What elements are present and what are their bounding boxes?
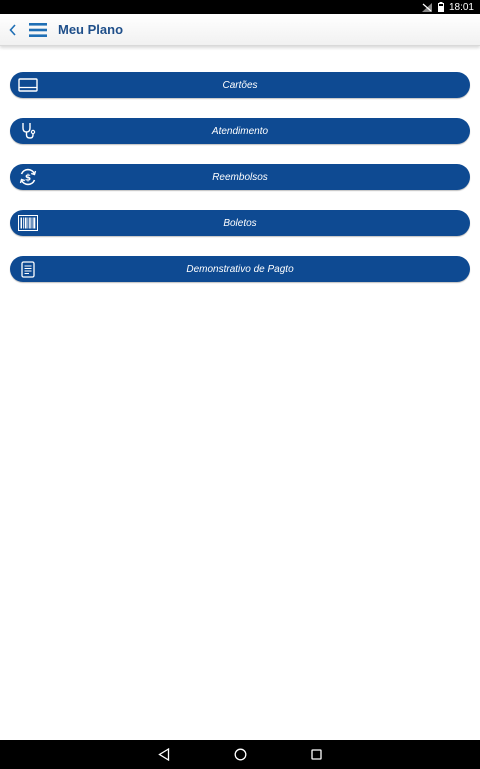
svg-text:$: $ bbox=[25, 174, 31, 184]
back-button[interactable] bbox=[2, 14, 24, 46]
app-bar: Meu Plano bbox=[0, 14, 480, 46]
battery-icon bbox=[437, 2, 444, 12]
navigation-bar bbox=[0, 740, 480, 769]
chevron-left-icon bbox=[9, 23, 16, 36]
menu-item-boletos[interactable]: Boletos bbox=[10, 210, 470, 236]
triangle-back-icon bbox=[158, 748, 170, 761]
menu-item-label: Reembolsos bbox=[212, 171, 268, 183]
status-bar: 18:01 bbox=[0, 0, 480, 14]
menu-item-label: Atendimento bbox=[211, 125, 269, 137]
circle-home-icon bbox=[234, 748, 246, 761]
menu-item-label: Cartões bbox=[222, 79, 258, 91]
clock-time: 18:01 bbox=[448, 1, 474, 13]
menu-list: Cartões Atendimento $ Reembolsos Boletos… bbox=[10, 72, 470, 302]
no-signal-icon bbox=[421, 2, 433, 12]
nav-back-button[interactable] bbox=[157, 748, 171, 762]
menu-item-label: Boletos bbox=[223, 217, 257, 229]
page-title: Meu Plano bbox=[58, 22, 124, 37]
menu-item-reembolsos[interactable]: $ Reembolsos bbox=[10, 164, 470, 190]
menu-item-demonstrativo-de-pagto[interactable]: Demonstrativo de Pagto bbox=[10, 256, 470, 282]
menu-item-cartoes[interactable]: Cartões bbox=[10, 72, 470, 98]
square-recents-icon bbox=[310, 749, 322, 760]
refund-icon: $ bbox=[18, 167, 38, 187]
nav-recents-button[interactable] bbox=[309, 748, 323, 762]
barcode-icon bbox=[18, 213, 38, 233]
menu-button[interactable] bbox=[26, 14, 50, 46]
nav-home-button[interactable] bbox=[233, 748, 247, 762]
document-icon bbox=[18, 259, 38, 279]
card-icon bbox=[18, 75, 38, 95]
stethoscope-icon bbox=[18, 121, 38, 141]
menu-item-atendimento[interactable]: Atendimento bbox=[10, 118, 470, 144]
hamburger-menu-icon bbox=[29, 22, 47, 37]
menu-item-label: Demonstrativo de Pagto bbox=[186, 263, 294, 275]
